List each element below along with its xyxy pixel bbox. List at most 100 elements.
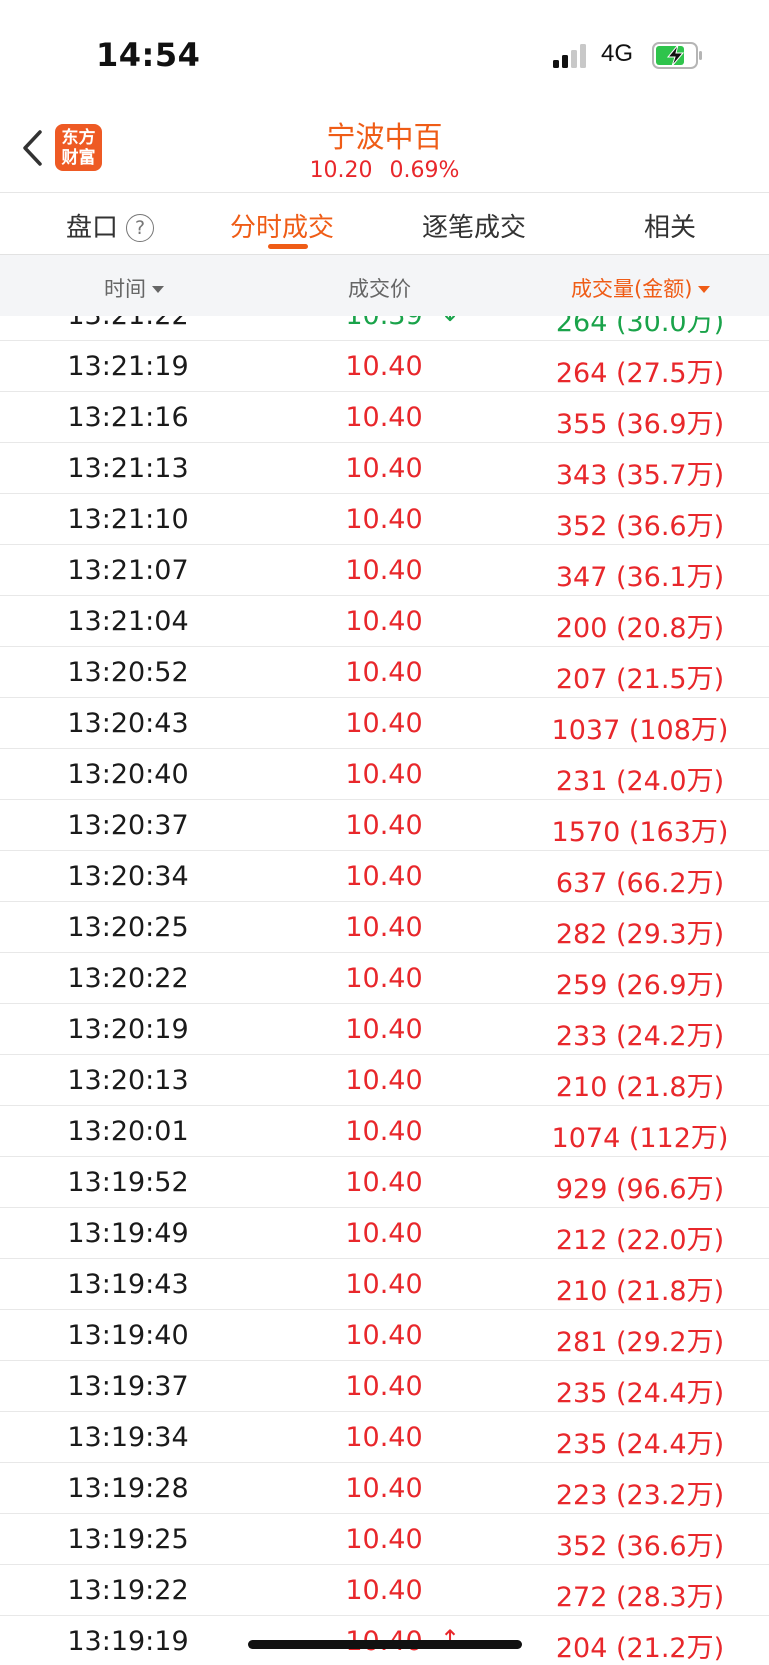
table-row: 13:21:16 10.40 355 (36.9万)	[0, 392, 769, 443]
trade-price: 10.40	[345, 1269, 423, 1300]
trade-volume: 929 (96.6万)	[555, 1174, 725, 1205]
help-icon[interactable]: ?	[126, 214, 155, 242]
trade-price: 10.40	[345, 657, 423, 688]
trade-price: 10.40	[345, 606, 423, 637]
stock-change-pct: 0.69%	[389, 158, 460, 183]
trade-volume: 210 (21.8万)	[555, 1276, 725, 1307]
table-row: 13:19:40 10.40 281 (29.2万)	[0, 1310, 769, 1361]
trade-time: 13:20:19	[67, 1014, 189, 1045]
trade-time: 13:20:22	[67, 963, 189, 994]
nav-bar: 东方 财富 宁波中百 10.20 0.69%	[0, 110, 769, 192]
tab-tick-trades[interactable]: 逐笔成交	[422, 207, 526, 244]
table-row: 13:21:07 10.40 347 (36.1万)	[0, 545, 769, 596]
table-row: 13:20:22 10.40 259 (26.9万)	[0, 953, 769, 1004]
status-time: 14:54	[96, 36, 201, 74]
status-bar: 14:54 4G	[0, 0, 769, 110]
trade-volume: 1037 (108万)	[551, 715, 729, 746]
trade-price: 10.40	[345, 1575, 423, 1606]
trade-volume: 212 (22.0万)	[555, 1225, 725, 1256]
trade-volume: 235 (24.4万)	[555, 1378, 725, 1409]
trade-time: 13:20:34	[67, 861, 189, 892]
trade-volume: 343 (35.7万)	[555, 460, 725, 491]
trade-time: 13:19:22	[67, 1575, 189, 1606]
trade-time: 13:20:52	[67, 657, 189, 688]
tab-related[interactable]: 相关	[644, 207, 696, 244]
trade-list[interactable]: 13:21:2210.39264 (30.0万)↓13:21:1910.4026…	[0, 316, 769, 1665]
table-row: 13:21:19 10.40 264 (27.5万)	[0, 341, 769, 392]
trade-volume: 281 (29.2万)	[555, 1327, 725, 1358]
table-row: 13:19:25 10.40 352 (36.6万)	[0, 1514, 769, 1565]
table-row: 13:20:52 10.40 207 (21.5万)	[0, 647, 769, 698]
trade-volume: 223 (23.2万)	[555, 1480, 725, 1511]
column-header-price: 成交价	[348, 277, 411, 301]
trade-time: 13:19:28	[67, 1473, 189, 1504]
trade-time: 13:21:04	[67, 606, 189, 637]
sort-caret-icon	[698, 286, 711, 293]
network-type: 4G	[601, 40, 634, 67]
trade-volume: 264 (27.5万)	[555, 358, 725, 389]
trade-time: 13:19:40	[67, 1320, 189, 1351]
trade-price: 10.40	[345, 1065, 423, 1096]
table-row: 13:21:2210.39264 (30.0万)↓	[0, 316, 769, 341]
table-row: 13:20:13 10.40 210 (21.8万)	[0, 1055, 769, 1106]
table-row: 13:20:01 10.40 1074 (112万)	[0, 1106, 769, 1157]
trade-volume: 637 (66.2万)	[555, 868, 725, 899]
trade-price: 10.40	[345, 963, 423, 994]
trade-time: 13:20:13	[67, 1065, 189, 1096]
trade-price: 10.40	[345, 504, 423, 535]
tab-order-book[interactable]: 盘口?	[66, 207, 155, 244]
trade-price: 10.40	[345, 810, 423, 841]
sort-caret-icon	[152, 286, 164, 293]
trade-price: 10.40	[345, 1218, 423, 1249]
stock-price: 10.20	[309, 158, 373, 183]
trade-volume: 264 (30.0万)	[555, 316, 725, 338]
trade-volume: 272 (28.3万)	[555, 1582, 725, 1613]
trade-volume: 231 (24.0万)	[555, 766, 725, 797]
column-header-time[interactable]: 时间	[104, 273, 164, 303]
trade-price: 10.40	[345, 1473, 423, 1504]
table-row: 13:21:10 10.40 352 (36.6万)	[0, 494, 769, 545]
tab-bar: 盘口? 分时成交 逐笔成交 相关	[0, 192, 769, 254]
table-row: 13:20:25 10.40 282 (29.3万)	[0, 902, 769, 953]
stock-name: 宁波中百	[326, 120, 443, 154]
trade-volume: 210 (21.8万)	[555, 1072, 725, 1103]
trade-time: 13:21:19	[67, 351, 189, 382]
table-row: 13:21:13 10.40 343 (35.7万)	[0, 443, 769, 494]
trade-time: 13:19:49	[67, 1218, 189, 1249]
battery-charging-icon	[652, 42, 702, 69]
trade-price: 10.40	[345, 1320, 423, 1351]
trade-volume: 204 (21.2万)	[555, 1633, 725, 1664]
trade-time: 13:19:43	[67, 1269, 189, 1300]
trade-volume: 259 (26.9万)	[555, 970, 725, 1001]
trade-price: 10.40	[345, 1014, 423, 1045]
trade-price: 10.40	[345, 708, 423, 739]
trade-price: 10.40	[345, 1167, 423, 1198]
trade-volume: 200 (20.8万)	[555, 613, 725, 644]
trade-time: 13:20:25	[67, 912, 189, 943]
column-header-volume[interactable]: 成交量(金额)	[571, 273, 711, 303]
arrow-down-icon: ↓	[440, 316, 460, 327]
trade-time: 13:19:52	[67, 1167, 189, 1198]
home-indicator	[248, 1640, 522, 1649]
trade-volume: 235 (24.4万)	[555, 1429, 725, 1460]
trade-volume: 352 (36.6万)	[555, 511, 725, 542]
active-tab-indicator	[268, 244, 308, 249]
tab-order-book-label: 盘口	[66, 213, 119, 243]
table-row: 13:19:37 10.40 235 (24.4万)	[0, 1361, 769, 1412]
trade-price: 10.40	[345, 402, 423, 433]
trade-price: 10.40	[345, 1116, 423, 1147]
trade-time: 13:21:22	[0, 316, 256, 331]
trade-volume: 1570 (163万)	[551, 817, 729, 848]
trade-price: 10.40	[345, 351, 423, 382]
table-row: 13:20:37 10.40 1570 (163万)	[0, 800, 769, 851]
trade-time: 13:19:37	[67, 1371, 189, 1402]
table-row: 13:19:34 10.40 235 (24.4万)	[0, 1412, 769, 1463]
trade-time: 13:21:10	[67, 504, 189, 535]
tab-minute-trades[interactable]: 分时成交	[230, 207, 334, 244]
trade-time: 13:19:19	[67, 1626, 189, 1657]
trade-price: 10.40	[345, 555, 423, 586]
trade-time: 13:20:43	[67, 708, 189, 739]
table-header: 时间 成交价 成交量(金额)	[0, 254, 769, 316]
trade-time: 13:20:01	[67, 1116, 189, 1147]
table-row: 13:19:49 10.40 212 (22.0万)	[0, 1208, 769, 1259]
